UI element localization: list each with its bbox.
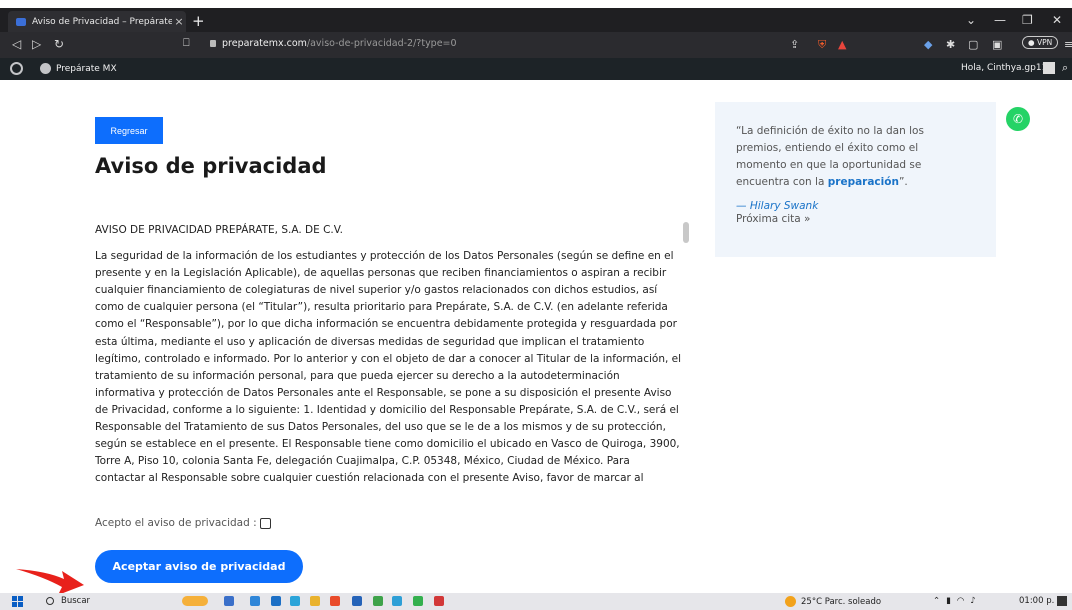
reload-icon[interactable]: ↻ — [54, 37, 64, 51]
quote-author[interactable]: — Hilary Swank — [736, 200, 974, 212]
tab-list-chevron-icon[interactable]: ⌄ — [966, 13, 976, 27]
url-host: preparatemx.com — [222, 38, 307, 49]
terms-heading: AVISO DE PRIVACIDAD PREPÁRATE, S.A. DE C… — [95, 224, 343, 236]
accept-checkbox-label: Acepto el aviso de privacidad : — [95, 517, 257, 529]
quote-box: “La definición de éxito no la dan los pr… — [715, 102, 996, 257]
next-quote-link[interactable]: Próxima cita » — [736, 213, 974, 225]
wp-admin-bar: Prepárate MX Hola, Cinthya.gp11 ⌕ — [0, 58, 1072, 80]
app-icon-3[interactable] — [352, 596, 362, 606]
back-icon[interactable]: ◁ — [12, 37, 21, 51]
tab-close-icon[interactable]: × — [172, 15, 186, 28]
dashboard-icon — [40, 63, 51, 74]
back-button[interactable]: Regresar — [95, 117, 163, 144]
extensions-puzzle-icon[interactable]: ✱ — [946, 38, 955, 51]
close-window-icon[interactable]: ✕ — [1052, 13, 1062, 27]
app-icon-1[interactable] — [250, 596, 260, 606]
search-icon — [46, 597, 54, 605]
url-path: /aviso-de-privacidad-2/?type=0 — [306, 38, 457, 49]
url-field[interactable]: preparatemx.com/aviso-de-privacidad-2/?t… — [210, 38, 457, 49]
accept-row: Acepto el aviso de privacidad : — [95, 517, 271, 529]
maximize-icon[interactable]: ❐ — [1022, 13, 1033, 27]
app-icon-5[interactable] — [392, 596, 402, 606]
vpn-label: VPN — [1036, 38, 1053, 47]
wallet-icon[interactable]: ▣ — [992, 38, 1002, 51]
extension-icon[interactable]: ◆ — [924, 38, 932, 51]
forward-icon[interactable]: ▷ — [32, 37, 41, 51]
browser-tab-bar: Aviso de Privacidad – Prepárate M × + ⌄ … — [0, 8, 1072, 32]
brave-browser-icon[interactable] — [330, 596, 340, 606]
app-icon-2[interactable] — [271, 596, 281, 606]
widgets-icon[interactable] — [182, 596, 208, 606]
edge-icon[interactable] — [290, 596, 300, 606]
task-view-icon[interactable] — [224, 596, 234, 606]
red-arrow-icon — [16, 569, 84, 595]
vpn-button[interactable]: ● VPN — [1022, 36, 1059, 49]
wp-user-greeting[interactable]: Hola, Cinthya.gp11 — [961, 63, 1047, 73]
quote-highlight: preparación — [827, 176, 899, 188]
taskbar-search[interactable]: Buscar — [46, 596, 90, 606]
browser-tab-active[interactable]: Aviso de Privacidad – Prepárate M × — [8, 11, 186, 32]
share-icon[interactable]: ⇪ — [790, 38, 799, 51]
terms-scrollbar-thumb[interactable] — [683, 222, 689, 243]
volume-icon[interactable]: ♪ — [970, 596, 975, 606]
wifi-icon[interactable]: ◠ — [957, 596, 964, 606]
accept-privacy-button[interactable]: Aceptar aviso de privacidad — [95, 550, 303, 583]
wp-site-link[interactable]: Prepárate MX — [40, 63, 117, 74]
terms-scrollbar[interactable] — [682, 222, 690, 502]
notification-icon[interactable] — [1057, 596, 1067, 606]
wp-site-name: Prepárate MX — [56, 63, 117, 74]
privacy-terms-box[interactable]: AVISO DE PRIVACIDAD PREPÁRATE, S.A. DE C… — [95, 222, 691, 502]
weather-widget[interactable]: 25°C Parc. soleado — [785, 596, 881, 607]
page-title: Aviso de privacidad — [95, 154, 327, 178]
wordpress-logo-icon[interactable] — [10, 62, 23, 75]
system-tray[interactable]: ⌃ ▮ ◠ ♪ — [933, 596, 976, 606]
tray-chevron-icon[interactable]: ⌃ — [933, 596, 940, 606]
app-icon-6[interactable] — [434, 596, 444, 606]
quote-text-end: ”. — [898, 176, 908, 188]
sun-icon — [785, 596, 796, 607]
windows-taskbar: Buscar 25°C Parc. soleado ⌃ ▮ ◠ ♪ 01:00 … — [0, 593, 1072, 610]
brave-shield-icon[interactable]: ⛨ — [818, 38, 826, 52]
tab-title: Aviso de Privacidad – Prepárate M — [32, 16, 172, 27]
windows-start-icon[interactable] — [12, 596, 23, 607]
quote-text: “La definición de éxito no la dan los pr… — [736, 123, 946, 191]
browser-address-bar: ◁ ▷ ↻ ⎕ preparatemx.com/aviso-de-privaci… — [0, 32, 1072, 58]
browser-menu-icon[interactable]: ≡ — [1064, 38, 1072, 51]
weather-text: 25°C Parc. soleado — [801, 596, 882, 607]
whatsapp-taskbar-icon[interactable] — [413, 596, 423, 606]
app-icon-4[interactable] — [373, 596, 383, 606]
battery-icon[interactable]: ▮ — [946, 596, 951, 606]
file-explorer-icon[interactable] — [310, 596, 320, 606]
window-top-strip — [0, 0, 1072, 8]
terms-body: La seguridad de la información de los es… — [95, 250, 682, 485]
new-tab-button[interactable]: + — [192, 12, 205, 30]
sidebar-icon[interactable]: ▢ — [968, 38, 978, 51]
minimize-icon[interactable]: — — [994, 13, 1006, 27]
site-favicon-icon — [16, 17, 26, 26]
whatsapp-icon[interactable]: ✆ — [1006, 107, 1030, 131]
accept-checkbox[interactable] — [259, 517, 271, 529]
bookmark-icon[interactable]: ⎕ — [183, 36, 190, 50]
user-avatar[interactable] — [1043, 62, 1055, 74]
taskbar-search-label: Buscar — [61, 596, 91, 606]
wp-search-icon[interactable]: ⌕ — [1062, 61, 1068, 75]
lock-icon — [210, 40, 216, 47]
brave-rewards-icon[interactable]: ▲ — [838, 38, 846, 51]
